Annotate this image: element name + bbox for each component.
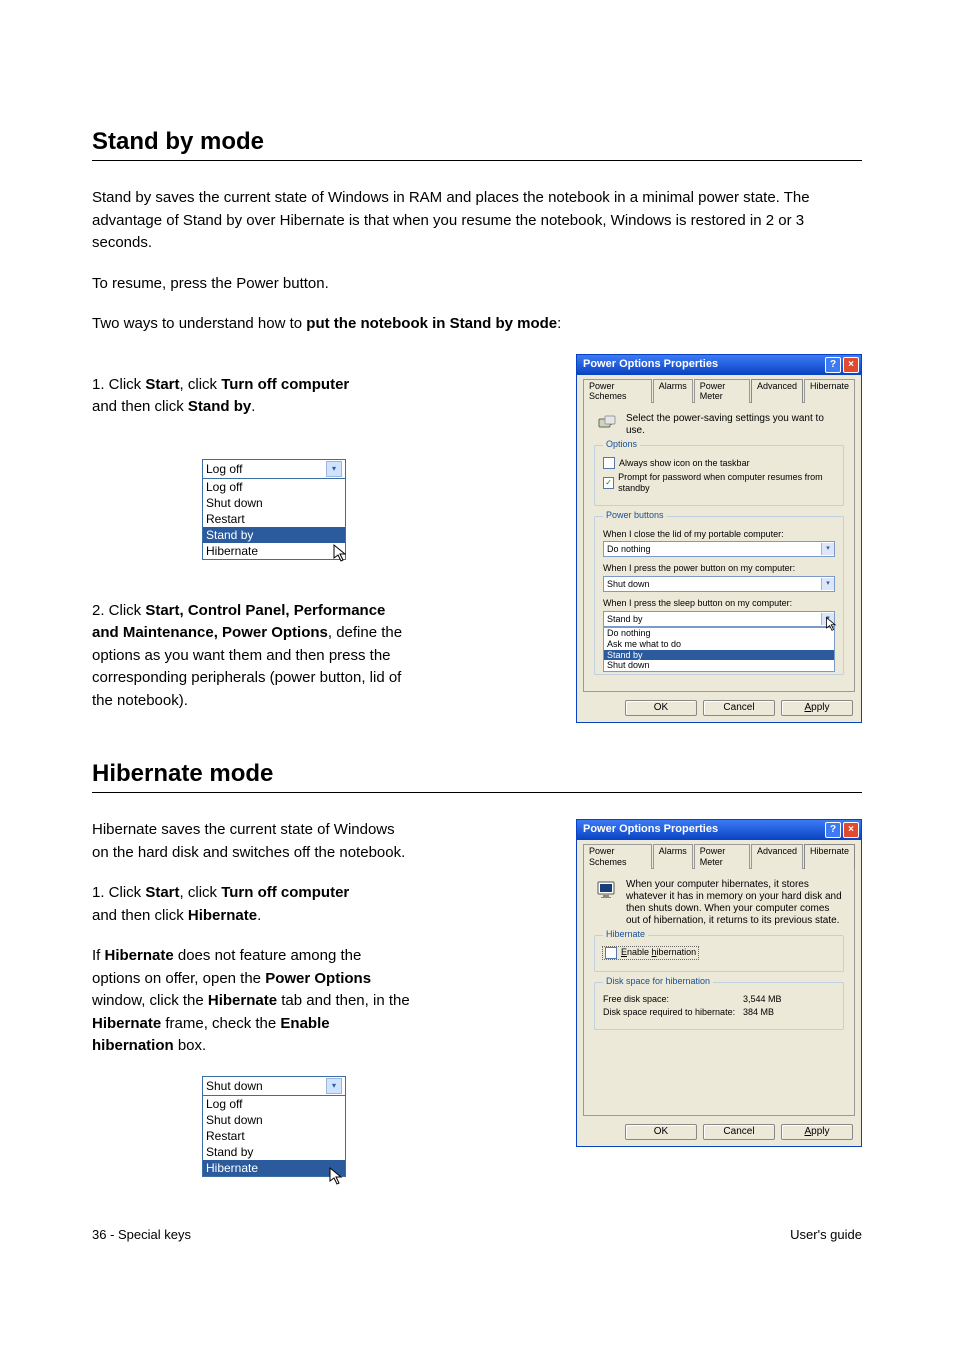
tab-power-schemes[interactable]: Power Schemes: [583, 844, 652, 869]
hibernate-dropdown-selected: Shut down: [206, 1079, 326, 1093]
lid-select[interactable]: Do nothing▾: [603, 541, 835, 557]
tab-alarms[interactable]: Alarms: [653, 379, 693, 404]
standby-step2: 2. Click Start, Control Panel, Performan…: [92, 600, 412, 713]
power-button-label: When I press the power button on my comp…: [603, 563, 835, 574]
standby-how: Two ways to understand how to put the no…: [92, 313, 852, 336]
chevron-down-icon[interactable]: ▾: [326, 461, 342, 477]
sleep-options-list[interactable]: Do nothing Ask me what to do Stand by Sh…: [603, 627, 835, 672]
always-show-icon-checkbox[interactable]: Always show icon on the taskbar: [603, 457, 835, 469]
chevron-down-icon[interactable]: ▾: [821, 543, 834, 555]
battery-icon: [594, 413, 620, 433]
sleep-button-label: When I press the sleep button on my comp…: [603, 598, 835, 609]
power-button-select[interactable]: Shut down▾: [603, 576, 835, 592]
tab-alarms[interactable]: Alarms: [653, 844, 693, 869]
divider: [92, 792, 862, 793]
dialog-desc: Select the power-saving settings you wan…: [626, 413, 844, 437]
tab-advanced[interactable]: Advanced: [751, 844, 803, 869]
power-options-dialog-hibernate: Power Options Properties ? × Power Schem…: [576, 819, 862, 1147]
help-icon[interactable]: ?: [825, 822, 841, 838]
tabs: Power Schemes Alarms Power Meter Advance…: [577, 840, 861, 869]
req-disk-label: Disk space required to hibernate:: [603, 1007, 743, 1018]
list-item[interactable]: Shut down: [203, 1112, 345, 1128]
tab-power-meter[interactable]: Power Meter: [694, 844, 750, 869]
list-item[interactable]: Stand by: [604, 650, 834, 661]
tab-power-meter[interactable]: Power Meter: [694, 379, 750, 404]
ok-button[interactable]: OK: [625, 1124, 697, 1140]
req-disk-value: 384 MB: [743, 1007, 774, 1018]
close-icon[interactable]: ×: [843, 822, 859, 838]
disk-space-legend: Disk space for hibernation: [603, 976, 713, 987]
apply-button[interactable]: Apply: [781, 1124, 853, 1140]
page-footer-right: User's guide: [790, 1227, 862, 1242]
standby-dropdown[interactable]: Log off ▾ Log off Shut down Restart Stan…: [202, 459, 346, 560]
standby-resume: To resume, press the Power button.: [92, 273, 852, 296]
tab-hibernate[interactable]: Hibernate: [804, 379, 855, 404]
list-item[interactable]: Hibernate: [203, 543, 345, 559]
power-buttons-legend: Power buttons: [603, 510, 667, 521]
hibernate-note: If Hibernate does not feature among the …: [92, 945, 412, 1058]
divider: [92, 160, 862, 161]
hibernate-legend: Hibernate: [603, 929, 648, 940]
tab-advanced[interactable]: Advanced: [751, 379, 803, 404]
close-icon[interactable]: ×: [843, 357, 859, 373]
cancel-button[interactable]: Cancel: [703, 1124, 775, 1140]
list-item[interactable]: Stand by: [203, 1144, 345, 1160]
list-item[interactable]: Do nothing: [604, 628, 834, 639]
free-disk-value: 3,544 MB: [743, 994, 782, 1005]
hibernate-dropdown[interactable]: Shut down ▾ Log off Shut down Restart St…: [202, 1076, 346, 1177]
free-disk-label: Free disk space:: [603, 994, 743, 1005]
hibernate-intro: Hibernate saves the current state of Win…: [92, 819, 412, 864]
list-item[interactable]: Hibernate: [203, 1160, 345, 1176]
dialog-title: Power Options Properties: [583, 823, 823, 836]
prompt-password-checkbox[interactable]: ✓Prompt for password when computer resum…: [603, 472, 835, 494]
cancel-button[interactable]: Cancel: [703, 700, 775, 716]
list-item[interactable]: Restart: [203, 511, 345, 527]
cursor-icon: [327, 1166, 347, 1186]
list-item[interactable]: Log off: [203, 1096, 345, 1112]
list-item[interactable]: Shut down: [203, 495, 345, 511]
section-title-hibernate: Hibernate mode: [92, 760, 862, 788]
list-item[interactable]: Ask me what to do: [604, 639, 834, 650]
chevron-down-icon[interactable]: ▾: [326, 1078, 342, 1094]
section-title-standby: Stand by mode: [92, 128, 862, 156]
list-item[interactable]: Log off: [203, 479, 345, 495]
tab-hibernate[interactable]: Hibernate: [804, 844, 855, 869]
chevron-down-icon[interactable]: ▾: [821, 578, 834, 590]
list-item[interactable]: Stand by: [203, 527, 345, 543]
tabs: Power Schemes Alarms Power Meter Advance…: [577, 375, 861, 404]
list-item[interactable]: Shut down: [604, 660, 834, 671]
monitor-icon: [594, 879, 620, 901]
ok-button[interactable]: OK: [625, 700, 697, 716]
dialog-desc: When your computer hibernates, it stores…: [626, 879, 844, 927]
sleep-button-select[interactable]: Stand by▾: [603, 611, 835, 627]
options-legend: Options: [603, 439, 640, 450]
cursor-icon: [331, 543, 351, 563]
hibernate-step1: 1. Click Start, click Turn off computer …: [92, 882, 412, 927]
lid-label: When I close the lid of my portable comp…: [603, 529, 835, 540]
cursor-icon: [824, 616, 840, 632]
standby-step1: 1. Click Start, click Turn off computer …: [92, 374, 412, 419]
list-item[interactable]: Restart: [203, 1128, 345, 1144]
standby-dropdown-selected: Log off: [206, 462, 326, 476]
apply-button[interactable]: Apply: [781, 700, 853, 716]
tab-power-schemes[interactable]: Power Schemes: [583, 379, 652, 404]
standby-intro: Stand by saves the current state of Wind…: [92, 187, 852, 255]
enable-hibernation-checkbox[interactable]: Enable hibernation: [603, 947, 698, 959]
help-icon[interactable]: ?: [825, 357, 841, 373]
power-options-dialog-advanced: Power Options Properties ? × Power Schem…: [576, 354, 862, 724]
dialog-title: Power Options Properties: [583, 358, 823, 371]
page-footer-left: 36 - Special keys: [92, 1227, 191, 1242]
